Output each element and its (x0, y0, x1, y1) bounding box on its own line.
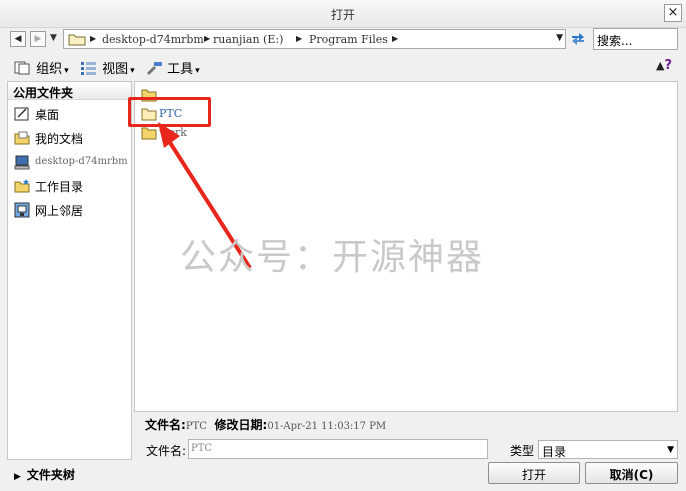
breadcrumb-arrow-icon: ▶ (296, 34, 303, 43)
desktop-icon (14, 107, 29, 121)
breadcrumb-item[interactable]: Program Files (309, 33, 388, 46)
sidebar-item-network[interactable]: 网上邻居 (12, 200, 130, 220)
info-name-label: 文件名: (145, 418, 186, 432)
tools-icon (147, 62, 162, 75)
title-bar: 打开 × (0, 0, 686, 28)
sidebar-item-label: 网上邻居 (35, 204, 84, 218)
sidebar-item-computer[interactable]: desktop-d74mrbm (12, 152, 130, 172)
organize-menu[interactable]: 组织 ▾ (14, 58, 69, 77)
info-date-label: 修改日期: (214, 418, 268, 432)
filename-input[interactable]: PTC (188, 439, 488, 459)
tools-label: 工具 (167, 62, 194, 77)
help-icon[interactable]: ▲? (656, 58, 672, 73)
info-date-value: 01-Apr-21 11:03:17 PM (267, 421, 387, 432)
breadcrumb-arrow-icon: ▶ (392, 34, 399, 43)
cancel-button[interactable]: 取消(C) (585, 462, 678, 484)
folder-icon (68, 34, 86, 46)
network-icon (14, 202, 30, 218)
sidebar-item-label: 桌面 (35, 108, 60, 122)
view-icon (81, 62, 96, 75)
computer-icon (14, 155, 30, 170)
sidebar: 公用文件夹 桌面 我的文档 desktop-d74mrbm 工作目录 网上邻居 (7, 81, 132, 460)
folder-tree-toggle[interactable]: ▶ 文件夹树 (14, 466, 75, 483)
filename-label: 文件名: (146, 444, 187, 458)
search-input[interactable]: 搜索... (593, 28, 678, 50)
chevron-down-icon: ▾ (195, 66, 200, 76)
view-menu[interactable]: 视图 ▾ (80, 58, 135, 77)
close-button[interactable]: × (664, 4, 682, 22)
open-button[interactable]: 打开 (488, 462, 580, 484)
breadcrumb-item[interactable]: ruanjian (E:) (213, 33, 283, 46)
history-dropdown-button[interactable]: ▼ (50, 33, 57, 43)
window-title: 打开 (330, 8, 355, 22)
sidebar-item-documents[interactable]: 我的文档 (12, 128, 130, 148)
folder-tree-label: 文件夹树 (26, 468, 75, 482)
breadcrumb-item[interactable]: desktop-d74mrbm (102, 33, 204, 46)
file-info-bar: 文件名:PTC 修改日期:01-Apr-21 11:03:17 PM (145, 416, 386, 433)
chevron-down-icon: ▼ (667, 445, 674, 455)
help-glyph: ? (664, 58, 673, 73)
type-value: 目录 (542, 445, 567, 459)
breadcrumb-arrow-icon: ▶ (204, 34, 211, 43)
refresh-icon[interactable] (569, 30, 587, 48)
documents-icon (14, 131, 30, 145)
organize-icon (14, 61, 30, 75)
sidebar-item-label: 工作目录 (35, 180, 84, 194)
sidebar-item-label: 我的文档 (35, 132, 84, 146)
info-name-value: PTC (185, 421, 207, 432)
sidebar-item-working-directory[interactable]: 工作目录 (12, 176, 130, 196)
type-label: 类型 (510, 444, 535, 458)
tools-menu[interactable]: 工具 ▾ (145, 58, 200, 77)
type-select[interactable]: 目录 ▼ (538, 440, 678, 459)
watermark: 公众号：开源神器 (180, 237, 485, 278)
sidebar-header: 公用文件夹 (8, 82, 131, 100)
chevron-right-icon: ▶ (14, 472, 21, 482)
sidebar-item-desktop[interactable]: 桌面 (12, 104, 130, 124)
breadcrumb-arrow-icon: ▶ (90, 34, 97, 43)
forward-button[interactable]: ▶ (30, 31, 46, 47)
back-button[interactable]: ◀ (10, 31, 26, 47)
chevron-down-icon: ▾ (64, 66, 69, 76)
sidebar-item-label: desktop-d74mrbm (35, 156, 128, 167)
organize-label: 组织 (36, 62, 63, 77)
view-label: 视图 (102, 62, 129, 77)
address-bar[interactable]: ▶ desktop-d74mrbm ▶ ruanjian (E:) ▶ Prog… (63, 29, 566, 49)
chevron-down-icon: ▾ (130, 66, 135, 76)
address-dropdown-button[interactable]: ▼ (556, 33, 563, 43)
working-directory-icon (14, 179, 30, 193)
